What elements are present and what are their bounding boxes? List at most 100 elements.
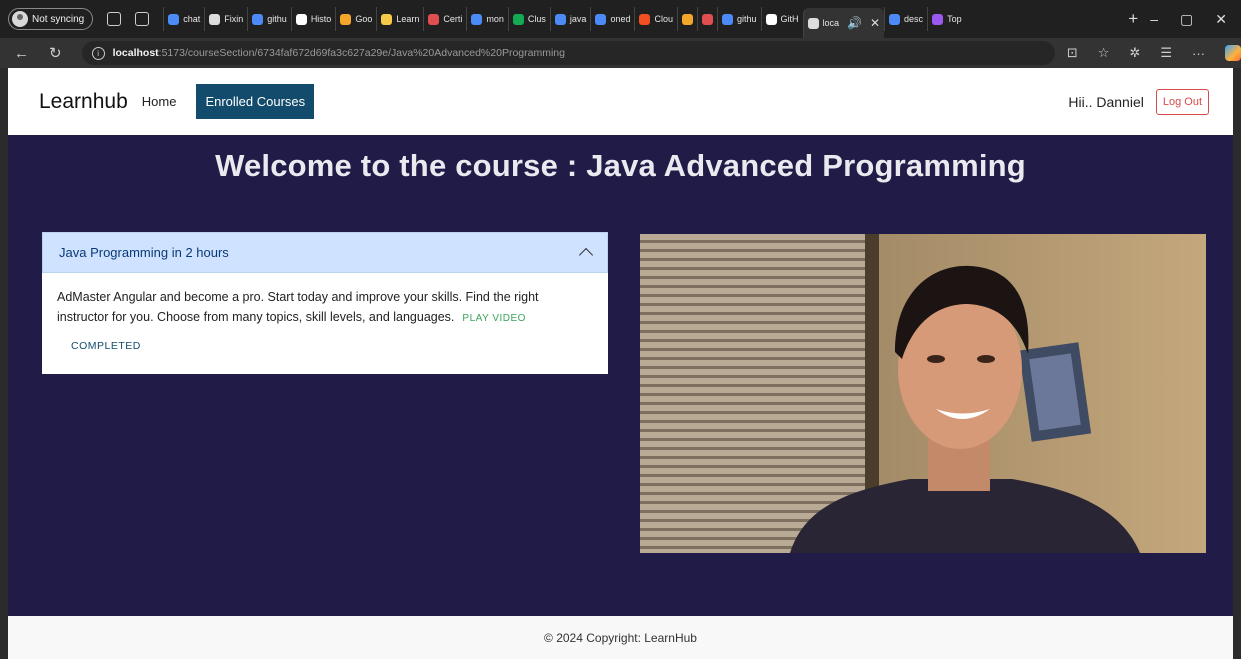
tab-label: Goo	[355, 14, 373, 24]
browser-tab[interactable]: githu	[716, 7, 761, 31]
site-info-icon[interactable]: i	[91, 46, 105, 60]
url-host: localhost	[112, 47, 159, 59]
chevron-up-icon[interactable]	[578, 247, 594, 263]
tab-audio-icon[interactable]: 🔊	[847, 16, 862, 30]
nav-home-link[interactable]: Home	[142, 94, 177, 109]
tab-label: Clus	[527, 14, 546, 24]
tab-favicon-icon	[381, 13, 393, 25]
logout-button[interactable]: Log Out	[1155, 88, 1209, 115]
browser-tab[interactable]: Learn	[376, 7, 423, 31]
copilot-icon[interactable]	[1225, 45, 1241, 61]
restore-icon[interactable]: ▢	[1180, 11, 1193, 28]
browser-tab[interactable]: desc	[884, 7, 927, 31]
tab-favicon-icon	[168, 13, 180, 25]
section-title: Java Programming in 2 hours	[59, 245, 229, 260]
new-tab-icon[interactable]: +	[1128, 9, 1138, 29]
browser-tab[interactable]: oned	[590, 7, 634, 31]
video-player[interactable]	[640, 234, 1206, 553]
nav-enrolled-courses-link[interactable]: Enrolled Courses	[196, 84, 315, 119]
user-area: Hii.. Danniel Log Out	[1068, 68, 1209, 135]
web-page: Learnhub Home Enrolled Courses Hii.. Dan…	[8, 68, 1233, 659]
toolbar-icons: ⊡ ☆ ✲ ☰ ···	[1067, 45, 1241, 61]
tab-label: Clou	[654, 14, 673, 24]
tab-favicon-icon	[428, 13, 440, 25]
browser-tab[interactable]: Histo	[290, 7, 336, 31]
tab-label: githu	[267, 14, 287, 24]
tab-favicon-icon	[512, 13, 524, 25]
browser-tab[interactable]: mon	[466, 7, 508, 31]
browser-tab[interactable]: Fixin	[204, 7, 247, 31]
read-aloud-icon[interactable]: ⊡	[1067, 45, 1078, 61]
tab-label: Top	[947, 14, 962, 24]
reload-icon[interactable]: ↻	[49, 44, 62, 62]
tab-favicon-icon	[209, 13, 221, 25]
tab-actions-icon[interactable]	[135, 12, 150, 26]
video-frame-image	[640, 234, 1206, 553]
tab-favicon-icon	[252, 13, 264, 25]
tab-label: Learn	[396, 14, 420, 24]
tab-favicon-icon	[889, 13, 901, 25]
favorite-star-icon[interactable]: ☆	[1098, 45, 1110, 61]
more-menu-icon[interactable]: ···	[1192, 46, 1205, 61]
profile-icon	[12, 11, 28, 27]
extensions-icon[interactable]: ✲	[1129, 45, 1140, 61]
user-greeting: Hii.. Danniel	[1068, 93, 1144, 110]
accordion-header[interactable]: Java Programming in 2 hours	[42, 232, 608, 273]
window-controls: – ▢ ✕	[1150, 11, 1241, 28]
browser-tab[interactable]: GitH	[760, 7, 803, 31]
browser-tab[interactable]: java	[549, 7, 591, 31]
browser-tab[interactable]: Top	[927, 7, 966, 31]
close-window-icon[interactable]: ✕	[1215, 11, 1227, 28]
tab-label: Histo	[310, 14, 332, 24]
tab-favicon-icon	[595, 13, 607, 25]
browser-tab[interactable]: Certi	[423, 7, 466, 31]
tab-favicon-icon	[807, 17, 819, 29]
browser-tab[interactable]: chat	[163, 7, 204, 31]
page-footer: © 2024 Copyright: LearnHub	[8, 616, 1233, 659]
browser-tab[interactable]	[676, 7, 697, 31]
top-navbar: Learnhub Home Enrolled Courses Hii.. Dan…	[8, 68, 1233, 135]
favorites-icon[interactable]: ☰	[1160, 45, 1172, 61]
browser-tab-bar: Not syncing chat Fixin githu Histo Goo Learn C…	[0, 0, 1241, 38]
tab-label: chat	[183, 14, 201, 24]
tab-favicon-icon	[721, 13, 733, 25]
tab-favicon-icon	[295, 13, 307, 25]
browser-tab[interactable]: Goo	[335, 7, 376, 31]
tab-label: githu	[736, 14, 757, 24]
tab-label: loca	[822, 18, 840, 28]
accordion-body: AdMaster Angular and become a pro. Start…	[42, 273, 608, 374]
page-title: Welcome to the course : Java Advanced Pr…	[215, 148, 1026, 183]
profile-button[interactable]: Not syncing	[8, 8, 94, 30]
minimize-icon[interactable]: –	[1150, 11, 1158, 28]
browser-tab[interactable]: Clou	[634, 7, 677, 31]
tab-favicon-icon	[340, 13, 352, 25]
tab-label: Fixin	[224, 14, 244, 24]
tab-label: GitH	[780, 14, 799, 24]
tab-favicon-icon	[554, 13, 566, 25]
browser-tab[interactable]	[696, 7, 717, 31]
workspaces-icon[interactable]	[107, 12, 122, 26]
tab-favicon-icon	[701, 13, 713, 25]
browser-tab[interactable]: githu	[247, 7, 291, 31]
tab-favicon-icon	[765, 13, 777, 25]
course-section-accordion: Java Programming in 2 hours AdMaster Ang…	[42, 232, 608, 374]
url-field[interactable]: i localhost:5173/courseSection/6734faf67…	[81, 41, 1055, 65]
browser-tab[interactable]: loca 🔊 ✕	[802, 8, 885, 38]
brand-logo[interactable]: Learnhub	[39, 90, 128, 114]
back-arrow-icon[interactable]: ←	[14, 45, 29, 62]
section-description: AdMaster Angular and become a pro. Start…	[57, 287, 593, 329]
tab-favicon-icon	[471, 13, 483, 25]
play-video-button[interactable]: PLAY VIDEO	[462, 313, 526, 324]
profile-label: Not syncing	[32, 13, 85, 25]
tab-favicon-icon	[639, 13, 651, 25]
browser-tabs: chat Fixin githu Histo Goo Learn Certi mon Clus j…	[163, 0, 1120, 38]
tab-label: java	[569, 14, 587, 24]
copyright-text: © 2024 Copyright: LearnHub	[544, 630, 697, 645]
tab-favicon-icon	[681, 13, 693, 25]
tab-label: Certi	[443, 14, 463, 24]
tab-label: mon	[486, 14, 504, 24]
browser-tab[interactable]: Clus	[507, 7, 550, 31]
tab-close-icon[interactable]: ✕	[870, 16, 880, 30]
url-path: :5173/courseSection/6734faf672d69fa3c627…	[158, 47, 565, 59]
completed-button[interactable]: COMPLETED	[71, 340, 141, 352]
